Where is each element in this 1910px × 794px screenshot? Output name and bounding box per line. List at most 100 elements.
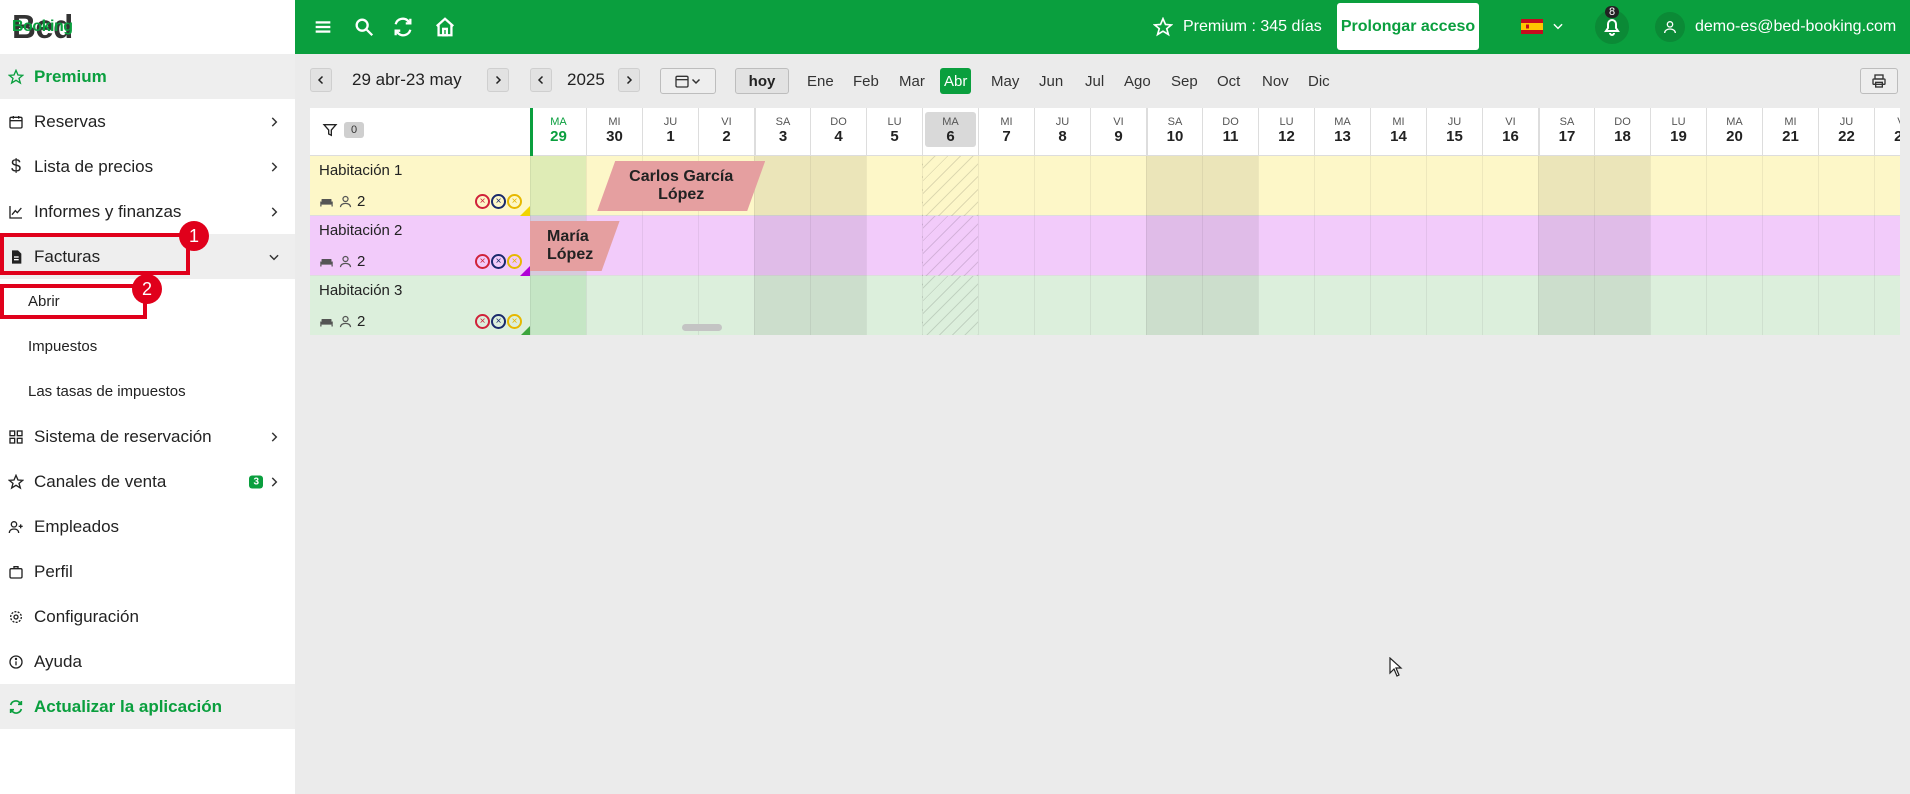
day-header[interactable]: JU 1 [642,108,698,156]
day-header[interactable]: MA 29 [530,108,586,156]
blocked-status-icon[interactable]: × [491,194,506,209]
month-jun[interactable]: Jun [1035,68,1067,94]
day-header[interactable]: JU 15 [1426,108,1482,156]
calendar-cell[interactable] [922,156,978,216]
home-icon[interactable] [432,14,458,40]
calendar-cell[interactable] [1762,276,1818,335]
day-header[interactable]: MA 6 [922,108,978,156]
day-header[interactable]: VI 2 [698,108,754,156]
calendar-cell[interactable] [1482,156,1538,216]
day-header[interactable]: LU 12 [1258,108,1314,156]
calendar-cell[interactable] [1314,216,1370,276]
calendar-cell[interactable] [1370,276,1426,335]
calendar-cell[interactable] [1538,156,1594,216]
spain-flag-icon[interactable] [1521,19,1543,34]
day-header[interactable]: DO 18 [1594,108,1650,156]
day-header[interactable]: JU 8 [1034,108,1090,156]
calendar-cell[interactable] [1146,216,1202,276]
month-ene[interactable]: Ene [803,68,838,94]
calendar-cell[interactable] [1314,276,1370,335]
day-header[interactable]: LU 19 [1650,108,1706,156]
calendar-cell[interactable] [1314,156,1370,216]
day-header[interactable]: MI 7 [978,108,1034,156]
booking-block[interactable]: Carlos García López [597,161,765,211]
calendar-cell[interactable] [1258,156,1314,216]
calendar-cell[interactable] [866,156,922,216]
calendar-cell[interactable] [1482,216,1538,276]
calendar-cell[interactable] [1090,216,1146,276]
day-header[interactable]: VI23 [1874,108,1900,156]
day-header[interactable]: SA 10 [1146,108,1202,156]
blocked-status-icon[interactable]: × [491,314,506,329]
day-header[interactable]: SA 3 [754,108,810,156]
day-header[interactable]: DO 4 [810,108,866,156]
user-avatar-icon[interactable] [1655,12,1685,42]
month-ago[interactable]: Ago [1120,68,1155,94]
sidebar-item-facturas[interactable]: Facturas [0,234,295,279]
day-header[interactable]: MI 30 [586,108,642,156]
calendar-cell[interactable] [810,156,866,216]
calendar-cell[interactable] [1426,276,1482,335]
sidebar-item-actualizar[interactable]: Actualizar la aplicación [0,684,295,729]
calendar-cell[interactable] [1706,216,1762,276]
month-oct[interactable]: Oct [1213,68,1244,94]
prev-year-button[interactable] [530,68,552,92]
sidebar-item-informes[interactable]: Informes y finanzas [0,189,295,234]
calendar-cell[interactable] [1538,216,1594,276]
calendar-cell[interactable] [754,216,810,276]
calendar-cell[interactable] [754,276,810,335]
month-nov[interactable]: Nov [1258,68,1293,94]
calendar-cell[interactable] [1650,156,1706,216]
chevron-down-icon[interactable] [1551,19,1565,33]
month-mar[interactable]: Mar [895,68,929,94]
calendar-cell[interactable] [866,276,922,335]
calendar-cell[interactable] [586,276,642,335]
day-header[interactable]: LU 5 [866,108,922,156]
calendar-cell[interactable] [1650,276,1706,335]
sidebar-item-sistema[interactable]: Sistema de reservación [0,414,295,459]
search-icon[interactable] [351,14,377,40]
month-sep[interactable]: Sep [1167,68,1202,94]
sidebar-item-reservas[interactable]: Reservas [0,99,295,144]
month-may[interactable]: May [987,68,1023,94]
calendar-cell[interactable] [1146,156,1202,216]
calendar-cell[interactable] [1426,156,1482,216]
horizontal-scrollbar[interactable] [682,324,722,331]
calendar-cell[interactable] [1146,276,1202,335]
day-header[interactable]: MA 20 [1706,108,1762,156]
calendar-cell[interactable] [530,276,586,335]
calendar-cell[interactable] [978,276,1034,335]
calendar-cell[interactable] [1818,276,1874,335]
print-button[interactable] [1860,68,1898,94]
sidebar-item-ayuda[interactable]: Ayuda [0,639,295,684]
booking-block[interactable]: María López [530,221,620,271]
calendar-cell[interactable] [1202,276,1258,335]
dirty-status-icon[interactable]: × [475,194,490,209]
calendar-cell[interactable] [1258,216,1314,276]
calendar-cell[interactable] [1202,216,1258,276]
calendar-cell[interactable] [1538,276,1594,335]
sidebar-item-configuracion[interactable]: Configuración [0,594,295,639]
calendar-cell[interactable] [1034,216,1090,276]
calendar-cell[interactable] [1202,156,1258,216]
calendar-cell[interactable] [1818,156,1874,216]
month-dic[interactable]: Dic [1304,68,1334,94]
day-header[interactable]: MA 13 [1314,108,1370,156]
calendar-cell[interactable] [1874,276,1900,335]
day-header[interactable]: DO 11 [1202,108,1258,156]
room-label[interactable]: Habitación 1 2 × × × [310,156,530,216]
calendar-cell[interactable] [1090,156,1146,216]
month-jul[interactable]: Jul [1081,68,1108,94]
calendar-cell[interactable] [1818,216,1874,276]
calendar-cell[interactable] [1034,156,1090,216]
calendar-cell[interactable] [1706,156,1762,216]
calendar-cell[interactable] [810,216,866,276]
room-label[interactable]: Habitación 3 2 × × × [310,276,530,335]
dirty-status-icon[interactable]: × [475,314,490,329]
filter-button[interactable]: 0 [322,122,365,138]
user-email[interactable]: demo-es@bed-booking.com [1695,0,1896,54]
month-abr[interactable]: Abr [940,68,972,94]
calendar-cell[interactable] [1426,216,1482,276]
sidebar-subitem-impuestos[interactable]: Impuestos [0,324,295,369]
day-header[interactable]: MI 21 [1762,108,1818,156]
